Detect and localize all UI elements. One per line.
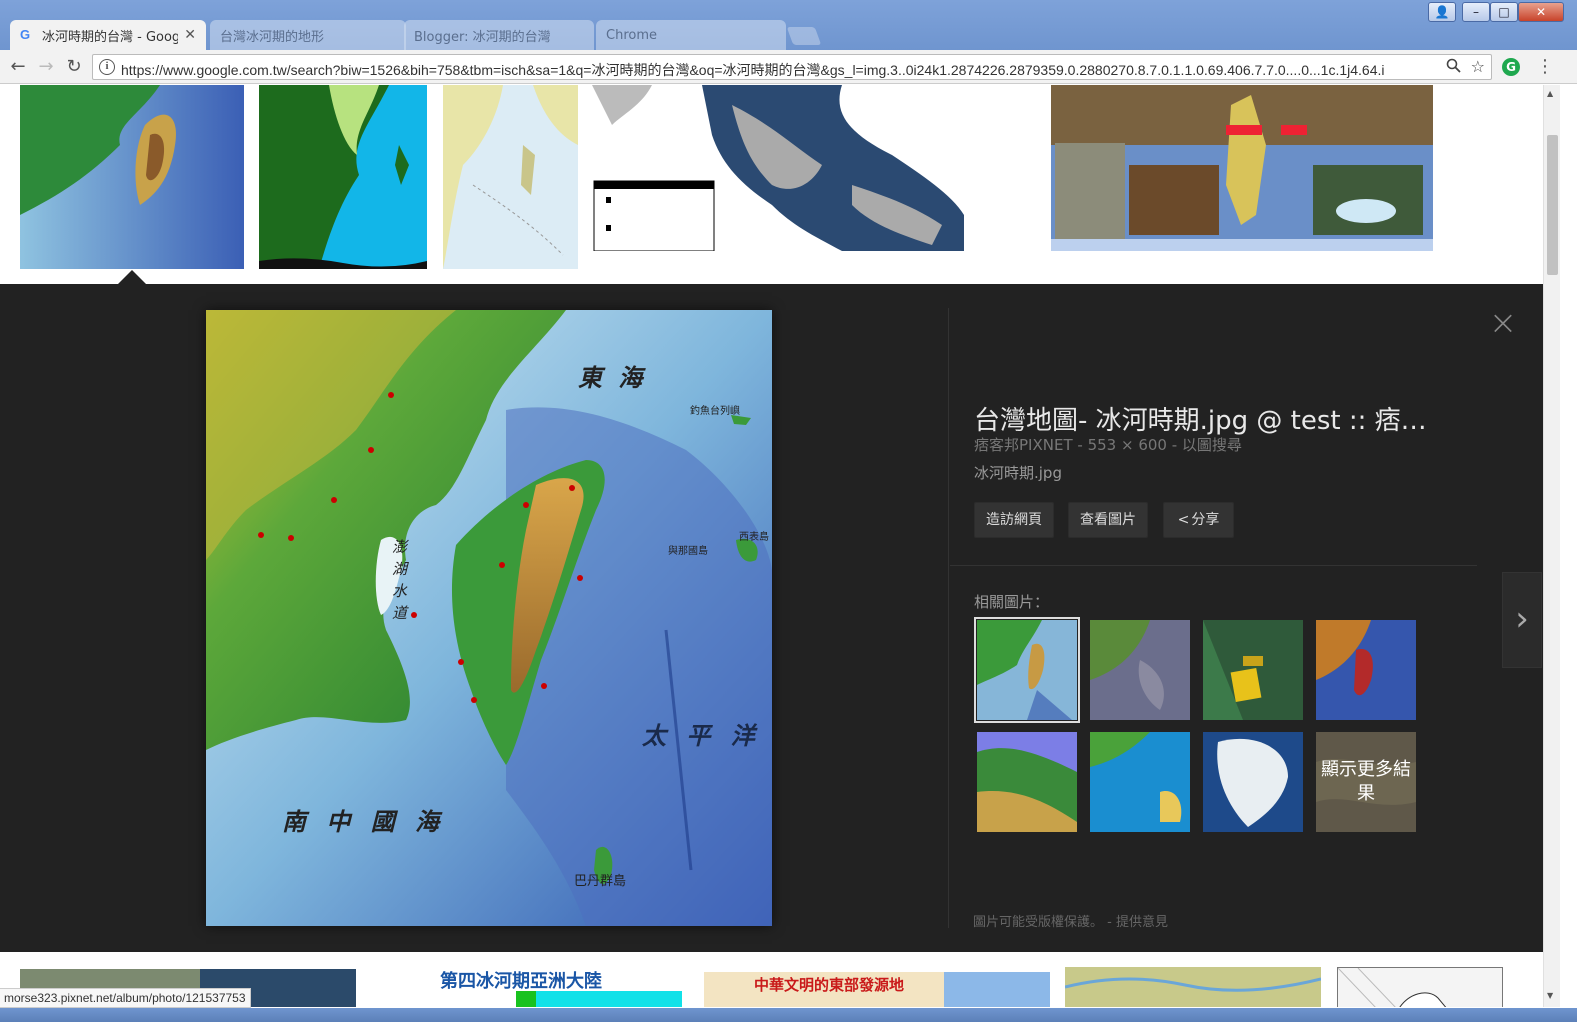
meta-separator: - — [1171, 436, 1182, 454]
view-image-button[interactable]: 查看圖片 — [1068, 502, 1148, 538]
map-label-east-sea: 東 海 — [578, 363, 647, 392]
status-bar-url: morse323.pixnet.net/album/photo/12153775… — [0, 988, 251, 1008]
related-image-5[interactable] — [977, 732, 1077, 832]
google-favicon-icon: G — [20, 27, 31, 42]
image-preview-panel: 東 海 釣魚台列嶼 與那國島 西表島 澎湖水道 太 平 洋 南 中 國 海 巴丹… — [0, 284, 1543, 952]
preview-image-taiwan-ice-age-map[interactable]: 東 海 釣魚台列嶼 與那國島 西表島 澎湖水道 太 平 洋 南 中 國 海 巴丹… — [206, 310, 772, 926]
map-label-south-china-sea: 南 中 國 海 — [282, 807, 446, 836]
result-thumbnail-bottom-4[interactable] — [1065, 967, 1321, 1007]
thumbnail-caption: 中華文明的東部發源地 — [754, 976, 905, 994]
map-label-batanes: 巴丹群島 — [574, 874, 627, 889]
share-label: 分享 — [1191, 512, 1220, 528]
related-image-3[interactable] — [1203, 620, 1303, 720]
map-label-iriomote: 西表島 — [739, 532, 769, 543]
visit-page-button[interactable]: 造訪網頁 — [974, 502, 1054, 538]
share-icon: < — [1177, 512, 1190, 528]
tab-close-icon[interactable]: ✕ — [184, 27, 196, 43]
map-label-diaoyu: 釣魚台列嶼 — [690, 406, 740, 417]
forward-arrow-icon[interactable]: → — [34, 56, 58, 78]
minimize-button[interactable]: – — [1462, 2, 1490, 22]
tab-title: 冰河時期的台灣 - Googl — [42, 29, 179, 45]
address-bar[interactable]: i https://www.google.com.tw/search?biw=1… — [92, 54, 1492, 80]
image-title[interactable]: 台灣地圖- 冰河時期.jpg @ test :: 痞客邦 PIXNET :: — [974, 400, 1434, 437]
source-link[interactable]: 痞客邦PIXNET — [974, 436, 1073, 454]
tab-background-2[interactable]: Blogger: 冰河期的台灣 — [404, 20, 594, 50]
tab-background-1[interactable]: 台灣冰河期的地形 — [210, 20, 406, 50]
scrollbar-thumb[interactable] — [1547, 135, 1558, 275]
result-thumbnail-southeast-asia-map[interactable] — [592, 85, 964, 251]
section-separator — [950, 565, 1477, 566]
browser-window: G 冰河時期的台灣 - Googl ✕ 台灣冰河期的地形 Blogger: 冰河… — [0, 0, 1577, 1022]
show-more-results-tile[interactable]: 顯示更多結果 — [1316, 732, 1416, 832]
maximize-button[interactable]: □ — [1490, 2, 1518, 22]
result-thumbnail-eastern-civilization[interactable]: 中華文明的東部發源地 — [704, 972, 1050, 1007]
related-image-1[interactable] — [974, 617, 1080, 723]
page-scrollbar[interactable]: ▲ ▼ — [1543, 85, 1560, 1007]
new-tab-button[interactable] — [786, 27, 822, 45]
thumbnail-map-strip — [516, 991, 682, 1007]
result-thumbnail-taiwan-map[interactable] — [20, 85, 244, 269]
tab-background-3[interactable]: Chrome — [596, 20, 786, 50]
tab-active[interactable]: G 冰河時期的台灣 - Googl ✕ — [10, 20, 206, 50]
window-close-button[interactable]: ✕ — [1518, 2, 1564, 22]
result-thumbnail-green-map[interactable] — [259, 85, 427, 269]
image-filename: 冰河時期.jpg — [974, 464, 1062, 482]
map-label-taiwan-strait: 澎湖水道 — [392, 538, 408, 622]
search-by-image-link[interactable]: 以圖搜尋 — [1182, 436, 1242, 454]
close-icon[interactable]: × — [1487, 306, 1519, 340]
share-button[interactable]: < 分享 — [1163, 502, 1234, 538]
search-icon[interactable] — [1446, 58, 1461, 77]
thumbnail-caption: 第四冰河期亞洲大陸 — [440, 971, 602, 992]
scroll-up-arrow-icon[interactable]: ▲ — [1547, 89, 1553, 98]
back-arrow-icon[interactable]: ← — [6, 56, 30, 78]
browser-menu-icon[interactable]: ⋮ — [1536, 56, 1554, 77]
scroll-down-arrow-icon[interactable]: ▼ — [1547, 991, 1553, 1000]
result-thumbnail-taiwan-collage[interactable] — [1051, 85, 1433, 251]
bookmark-star-icon[interactable]: ☆ — [1471, 57, 1485, 76]
user-icon[interactable]: 👤 — [1428, 2, 1456, 22]
copyright-feedback-note[interactable]: 圖片可能受版權保護。 - 提供意見 — [973, 911, 1168, 930]
tab-title: Chrome — [606, 27, 657, 43]
result-thumbnail-south-china-sea[interactable] — [443, 85, 578, 269]
browser-toolbar: ← → ↻ i https://www.google.com.tw/search… — [0, 50, 1577, 84]
result-thumbnail-ice-age-asia[interactable]: 第四冰河期亞洲大陸 — [420, 965, 686, 1007]
tab-strip: G 冰河時期的台灣 - Googl ✕ 台灣冰河期的地形 Blogger: 冰河… — [0, 0, 1577, 50]
panel-divider — [948, 308, 949, 928]
thumbnail-sea-area — [944, 972, 1050, 1007]
related-image-2[interactable] — [1090, 620, 1190, 720]
next-image-chevron-icon[interactable]: › — [1502, 572, 1542, 668]
related-image-6[interactable] — [1090, 732, 1190, 832]
selected-result-pointer — [118, 270, 146, 284]
image-meta: 痞客邦PIXNET - 553 × 600 - 以圖搜尋 — [974, 434, 1242, 455]
url-text[interactable]: https://www.google.com.tw/search?biw=152… — [121, 60, 1431, 80]
map-label-pacific: 太 平 洋 — [642, 721, 761, 750]
show-more-results-label: 顯示更多結果 — [1316, 732, 1416, 832]
window-bottom-frame — [0, 1008, 1577, 1022]
result-thumbnail-bottom-5[interactable] — [1337, 967, 1503, 1007]
related-image-7[interactable] — [1203, 732, 1303, 832]
related-images-label: 相關圖片： — [974, 593, 1050, 611]
tab-title: 台灣冰河期的地形 — [220, 29, 325, 45]
map-label-yonaguni: 與那國島 — [668, 546, 708, 557]
meta-separator: - — [1077, 436, 1088, 454]
grammarly-extension-icon[interactable]: G — [1502, 58, 1520, 76]
info-icon[interactable]: i — [99, 59, 115, 75]
image-dimensions: 553 × 600 — [1087, 436, 1167, 454]
related-image-4[interactable] — [1316, 620, 1416, 720]
reload-icon[interactable]: ↻ — [62, 56, 86, 78]
tab-title: Blogger: 冰河期的台灣 — [414, 29, 551, 45]
